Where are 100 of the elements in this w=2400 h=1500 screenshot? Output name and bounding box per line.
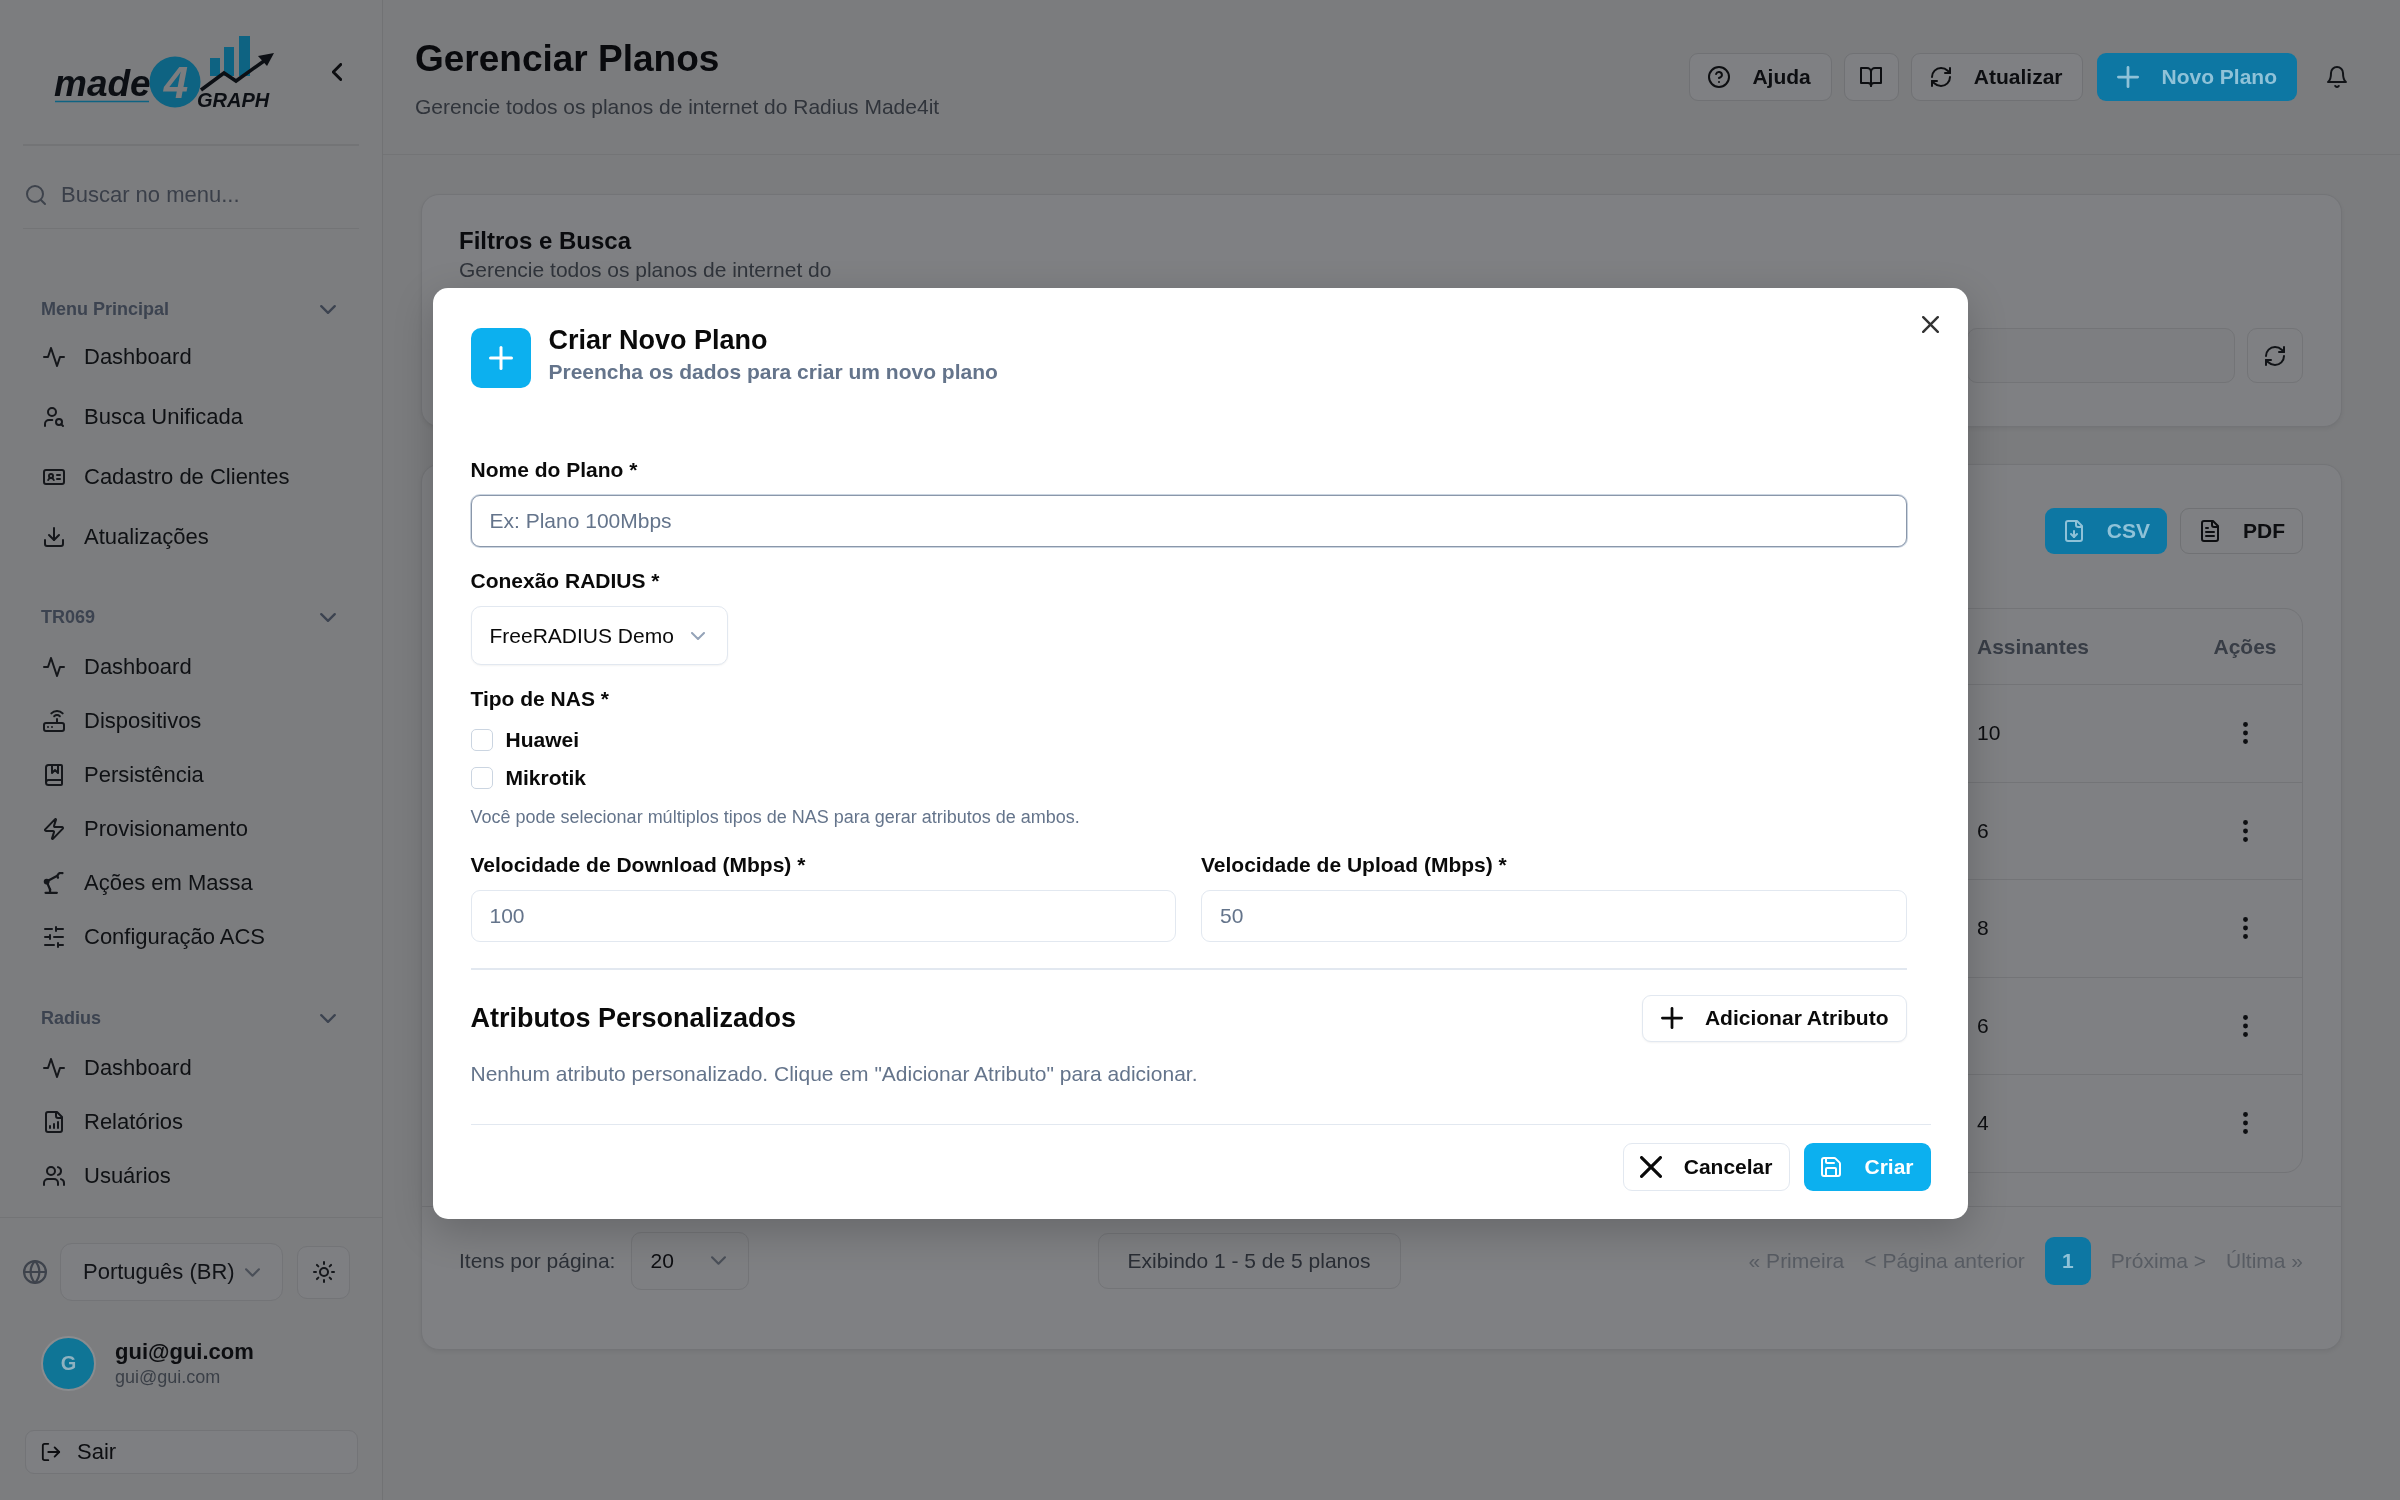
- search-icon: [25, 183, 47, 206]
- empty-state-text: Nenhum atributo personalizado. Clique em "Adicionar Atributo" para adicionar.: [470, 1061, 1199, 1086]
- field-label: Velocidade de Download (Mbps) *: [470, 853, 807, 877]
- nav-item[interactable]: Dashboard: [18, 327, 361, 387]
- column-header: Ações: [2212, 634, 2278, 659]
- cancel-button[interactable]: Cancelar: [1622, 1142, 1791, 1191]
- person-search-icon: [43, 406, 65, 428]
- export-csv-button[interactable]: CSV: [2044, 508, 2167, 554]
- export-pdf-button[interactable]: PDF: [2180, 508, 2303, 554]
- create-button[interactable]: Criar: [1804, 1142, 1931, 1191]
- nav-item[interactable]: Busca Unificada: [18, 387, 361, 447]
- per-page-select[interactable]: 20: [631, 1231, 750, 1290]
- section-title: Atributos Personalizados: [470, 1002, 797, 1034]
- chevron-down-icon: [711, 1256, 727, 1265]
- plus-icon: [1660, 1007, 1683, 1029]
- checkbox[interactable]: [470, 729, 493, 751]
- checkbox[interactable]: [470, 767, 493, 789]
- per-page-label: Itens por página:: [459, 1248, 616, 1273]
- field-label: Conexão RADIUS *: [470, 569, 661, 593]
- download-icon: [43, 526, 65, 548]
- pulse-icon: [43, 346, 65, 368]
- desk-lamp-icon: [43, 872, 65, 894]
- table-cell-text: 8: [1976, 916, 1990, 941]
- pulse-icon: [43, 1057, 65, 1079]
- x-icon: [1639, 1155, 1662, 1178]
- menu-search-field[interactable]: Buscar no menu...: [61, 179, 301, 210]
- nav-item[interactable]: Atualizações: [18, 507, 361, 567]
- add-attribute-button[interactable]: Adicionar Atributo: [1641, 994, 1907, 1042]
- page-subtitle: Gerencie todos os planos de internet do Radius Made4it: [415, 94, 940, 119]
- dialog-title: Criar Novo Plano: [548, 324, 769, 356]
- plus-icon: [470, 328, 531, 388]
- pulse-icon: [43, 656, 65, 678]
- dialog-subtitle: Preencha os dados para criar um novo plano: [548, 359, 998, 385]
- menu-section-toggle[interactable]: TR069: [18, 599, 361, 635]
- nav-item[interactable]: Dashboard: [18, 1041, 361, 1095]
- refresh-button[interactable]: Atualizar: [1910, 53, 2084, 101]
- document-icon: [2199, 520, 2221, 542]
- user-email: gui@gui.com: [115, 1367, 222, 1388]
- column-header: Assinantes: [1976, 634, 2091, 659]
- nav-item[interactable]: Dashboard: [18, 640, 361, 694]
- new-plan-button[interactable]: Novo Plano: [2097, 53, 2297, 101]
- router-icon: [43, 710, 65, 732]
- three-dots-icon[interactable]: [2242, 819, 2248, 842]
- docs-button[interactable]: [1843, 53, 1899, 101]
- table-cell-text: 6: [1976, 1013, 1990, 1038]
- menu-section-toggle[interactable]: Radius: [18, 1000, 361, 1036]
- table-cell-text: 4: [1976, 1111, 1990, 1136]
- chevron-down-icon: [690, 631, 705, 640]
- help-button[interactable]: Ajuda: [1689, 53, 1832, 101]
- logout-button[interactable]: Sair: [25, 1430, 358, 1474]
- page-number-button[interactable]: 1: [2044, 1236, 2091, 1285]
- page-title: Gerenciar Planos: [415, 36, 721, 81]
- menu-section-toggle[interactable]: Menu Principal: [18, 291, 361, 327]
- nav-item[interactable]: Relatórios: [18, 1095, 361, 1149]
- sliders-icon: [43, 926, 65, 948]
- chevron-down-icon: [245, 1267, 260, 1277]
- nav-item[interactable]: Ações em Massa: [18, 856, 361, 910]
- table-cell-text: 10: [1976, 721, 2002, 746]
- results-summary: Exibindo 1 - 5 de 5 planos: [1097, 1232, 1401, 1289]
- card-subtitle: Gerencie todos os planos de internet do: [459, 259, 833, 281]
- theme-toggle-button[interactable]: [297, 1245, 350, 1299]
- nav-item[interactable]: Provisionamento: [18, 802, 361, 856]
- avatar: G: [41, 1336, 96, 1391]
- three-dots-icon[interactable]: [2242, 722, 2248, 745]
- id-card-icon: [43, 466, 65, 488]
- language-select[interactable]: Português (BR): [60, 1243, 283, 1301]
- chart-document-icon: [43, 1111, 65, 1133]
- search-field[interactable]: [1967, 328, 2235, 383]
- user-name: gui@gui.com: [115, 1339, 254, 1365]
- file-download-icon: [2062, 520, 2085, 542]
- question-circle-icon: [1708, 66, 1731, 88]
- sun-icon: [312, 1261, 335, 1283]
- bookmarked-book-icon: [43, 764, 65, 786]
- dropdown-select[interactable]: FreeRADIUS Demo: [470, 606, 728, 665]
- open-book-icon: [1860, 66, 1883, 88]
- nav-item[interactable]: Dispositivos: [18, 694, 361, 748]
- field-label: Velocidade de Upload (Mbps) *: [1201, 853, 1508, 877]
- help-text: Você pode selecionar múltiplos tipos de NAS para gerar atributos de ambos.: [470, 806, 1081, 828]
- three-dots-icon[interactable]: [2242, 1112, 2248, 1135]
- lightning-icon: [43, 818, 65, 840]
- nav-item[interactable]: Persistência: [18, 748, 361, 802]
- refresh-icon: [1929, 66, 1952, 88]
- field-label: Tipo de NAS *: [470, 687, 610, 711]
- globe-icon: [23, 1260, 47, 1284]
- nav-item[interactable]: Configuração ACS: [18, 910, 361, 964]
- input-field[interactable]: Ex: Plano 100Mbps: [470, 495, 1907, 547]
- three-dots-icon[interactable]: [2242, 917, 2248, 940]
- nav-item[interactable]: Usuários: [18, 1149, 361, 1203]
- close-icon[interactable]: [1921, 316, 1939, 333]
- nav-item[interactable]: Cadastro de Clientes: [18, 447, 361, 507]
- bell-icon[interactable]: [2326, 66, 2348, 88]
- refresh-icon: [2264, 344, 2286, 367]
- field-label: Nome do Plano *: [470, 458, 639, 482]
- plus-icon: [2117, 66, 2140, 88]
- three-dots-icon[interactable]: [2242, 1014, 2248, 1037]
- checkbox-label[interactable]: Huawei: [505, 728, 580, 752]
- table-cell-text: 6: [1976, 818, 1990, 843]
- chevron-left-icon[interactable]: [332, 63, 342, 81]
- refresh-button[interactable]: [2247, 328, 2303, 383]
- checkbox-label[interactable]: Mikrotik: [505, 766, 586, 790]
